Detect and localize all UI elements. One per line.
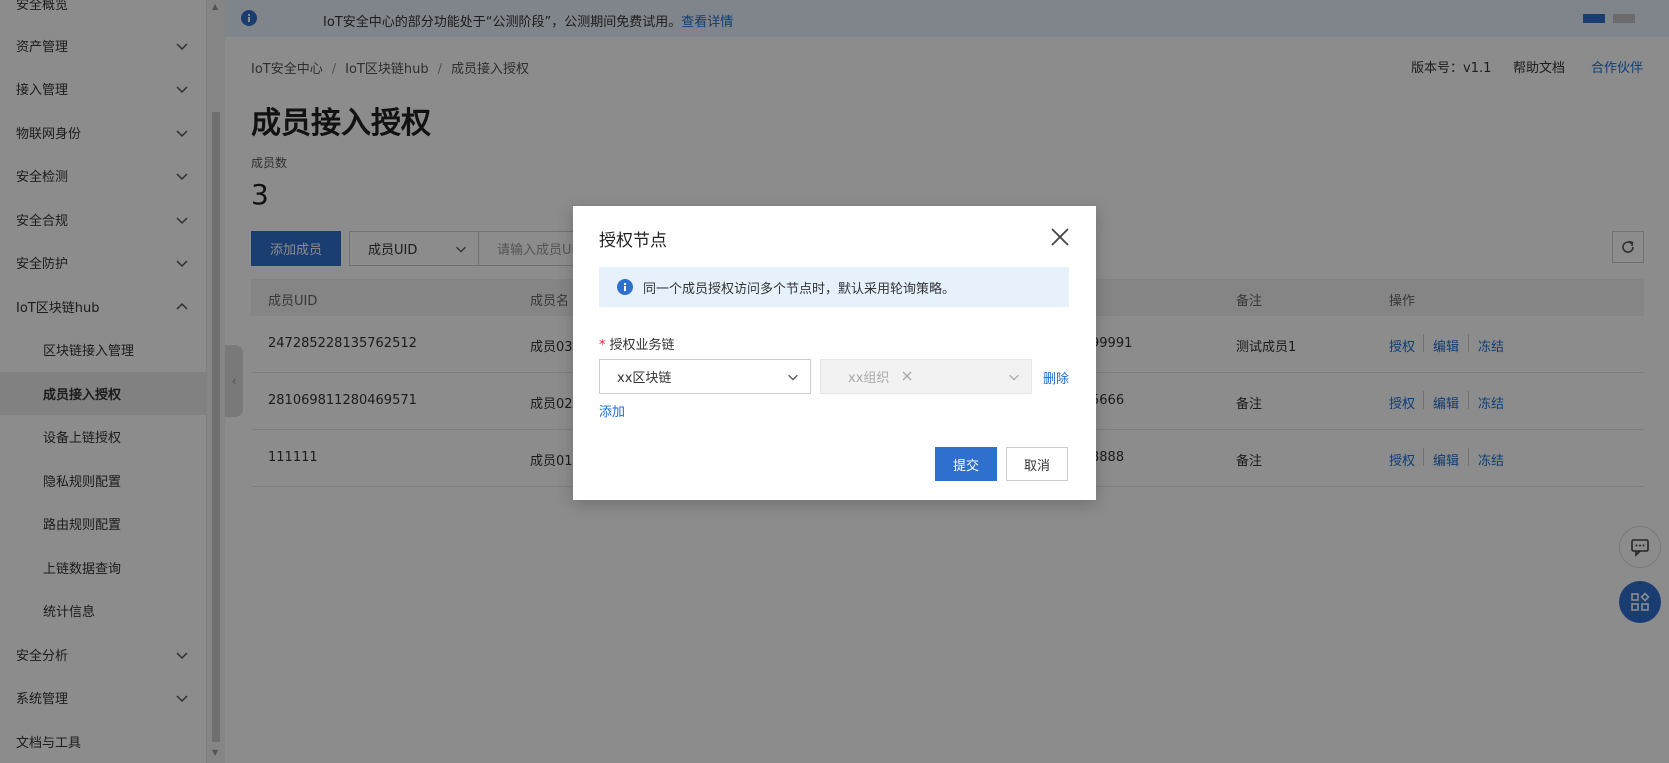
chevron-down-icon [1009,374,1019,381]
authorize-node-dialog: 授权节点 同一个成员授权访问多个节点时，默认采用轮询策略。 * 授权业务链 xx区… [573,206,1096,500]
field-label-text: 授权业务链 [609,338,675,353]
dialog-title: 授权节点 [599,231,667,251]
close-icon[interactable] [1049,226,1071,248]
clear-icon[interactable] [901,370,913,382]
add-link[interactable]: 添加 [599,401,625,420]
field-label: * 授权业务链 [599,338,675,353]
chain-select-value: xx区块链 [617,371,672,386]
submit-button[interactable]: 提交 [935,447,997,481]
chain-select[interactable]: xx区块链 [599,359,811,394]
cancel-button[interactable]: 取消 [1006,447,1068,481]
dialog-tip-text: 同一个成员授权访问多个节点时，默认采用轮询策略。 [643,281,956,297]
chevron-down-icon [788,374,798,381]
dialog-tip: 同一个成员授权访问多个节点时，默认采用轮询策略。 [599,267,1069,307]
org-select-value: xx组织 [848,371,890,386]
info-icon [617,279,633,295]
delete-link[interactable]: 删除 [1043,368,1069,387]
org-select[interactable]: xx组织 [820,359,1032,394]
